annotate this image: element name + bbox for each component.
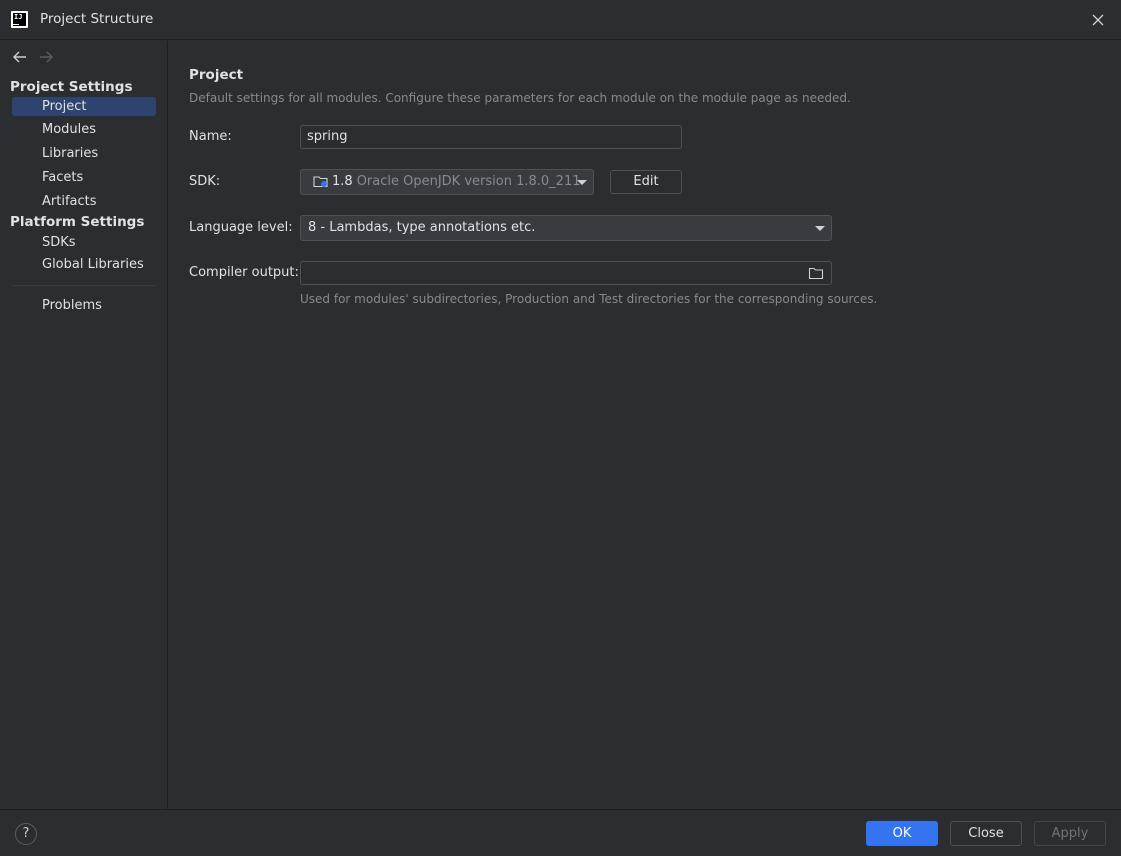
sidebar-item-artifacts[interactable]: Artifacts: [12, 192, 156, 211]
language-level-value: 8 - Lambdas, type annotations etc.: [308, 220, 536, 235]
window-title: Project Structure: [40, 11, 154, 27]
sidebar-item-project[interactable]: Project: [12, 97, 156, 116]
dropdown-arrow-icon: [815, 226, 825, 231]
compiler-output-label: Compiler output:: [189, 265, 299, 280]
intellij-logo-icon: IJ: [11, 11, 28, 28]
group-header-project-settings: Project Settings: [10, 79, 133, 95]
name-field[interactable]: spring: [300, 125, 682, 149]
project-settings-panel: Project Default settings for all modules…: [169, 41, 1121, 809]
title-bar: IJ Project Structure: [0, 0, 1121, 40]
name-label: Name:: [189, 129, 232, 144]
language-level-dropdown[interactable]: 8 - Lambdas, type annotations etc.: [300, 215, 832, 241]
sdk-version: 1.8: [332, 174, 353, 189]
sdk-folder-icon: [313, 175, 328, 187]
help-icon[interactable]: ?: [15, 823, 37, 845]
sidebar-item-modules[interactable]: Modules: [12, 120, 156, 139]
sdk-label: SDK:: [189, 174, 221, 189]
section-title: Project: [189, 67, 244, 83]
sidebar-item-facets[interactable]: Facets: [12, 168, 156, 187]
dropdown-arrow-icon: [577, 180, 587, 185]
close-icon[interactable]: [1091, 13, 1105, 27]
compiler-output-field[interactable]: [300, 261, 832, 285]
sidebar-item-problems[interactable]: Problems: [12, 296, 156, 315]
folder-icon[interactable]: [808, 267, 824, 280]
close-button[interactable]: Close: [950, 821, 1022, 846]
dialog-footer: ? OK Close Apply: [0, 809, 1121, 856]
sdk-description: Oracle OpenJDK version 1.8.0_211: [356, 174, 581, 189]
back-arrow-icon[interactable]: [11, 49, 29, 65]
sidebar: Project Settings Project Modules Librari…: [0, 41, 168, 809]
sdk-edit-button[interactable]: Edit: [610, 170, 682, 194]
ok-button[interactable]: OK: [866, 821, 938, 846]
sdk-dropdown[interactable]: 1.8 Oracle OpenJDK version 1.8.0_211: [300, 169, 594, 195]
sidebar-item-sdks[interactable]: SDKs: [12, 233, 156, 252]
section-description: Default settings for all modules. Config…: [189, 91, 851, 105]
apply-button[interactable]: Apply: [1034, 821, 1106, 846]
group-header-platform-settings: Platform Settings: [10, 214, 145, 230]
compiler-output-hint: Used for modules' subdirectories, Produc…: [300, 292, 878, 306]
sidebar-divider: [12, 285, 156, 286]
sidebar-item-global-libraries[interactable]: Global Libraries: [12, 255, 156, 274]
sidebar-item-libraries[interactable]: Libraries: [12, 144, 156, 163]
forward-arrow-icon: [40, 51, 53, 63]
language-level-label: Language level:: [189, 220, 293, 235]
